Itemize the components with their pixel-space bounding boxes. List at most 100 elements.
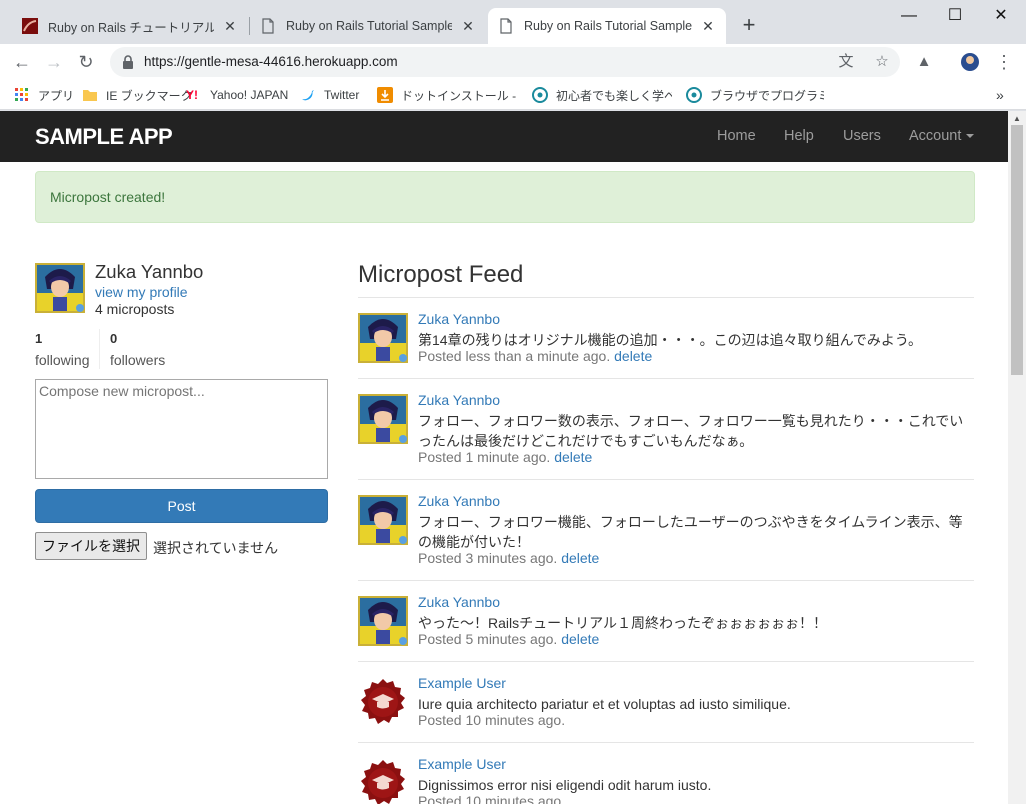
forward-arrow-icon[interactable]: → [42,50,66,74]
bookmark-ie-folder[interactable]: IE ブックマーク [82,85,193,105]
bookmark-dotinstall[interactable]: ドットインストール - 3分 [377,85,517,105]
caret-down-icon [966,134,975,139]
nav-help-link[interactable]: Help [784,128,814,144]
feed-content: 第14章の残りはオリジナル機能の追加・・・。この辺は追々取り組んでみよう。 [418,332,923,348]
bookmark-progate-1[interactable]: 初心者でも楽しく学べる [532,85,672,105]
delete-link[interactable]: delete [561,550,599,566]
feed-user-link[interactable]: Zuka Yannbo [418,392,500,408]
stat-divider [99,329,100,369]
bookmark-label: ブラウザでプログラミング・ [710,88,824,103]
tab-sample-app-1[interactable]: Ruby on Rails Tutorial Sample App ✕ [250,8,486,44]
feed-user-avatar[interactable] [358,495,408,545]
reload-icon[interactable]: ↻ [74,50,98,74]
nav-users-link[interactable]: Users [843,128,881,144]
feed-user-link[interactable]: Zuka Yannbo [418,493,500,509]
bookmarks-overflow-button[interactable]: » [996,85,1004,105]
feed-item: Example User Dignissimos error nisi elige… [358,743,974,804]
tab-title: Ruby on Rails チュートリアル：実例を [48,20,214,35]
feed-timestamp-row: Posted 1 minute ago. delete [418,449,592,465]
followers-stat[interactable]: 0 followers [110,331,165,368]
web-page: SAMPLE APP Home Help Users Account Micro… [0,111,1008,804]
bookmark-label: Yahoo! JAPAN [210,88,289,102]
scroll-up-arrow-icon[interactable]: ▲ [1013,114,1021,123]
feed-user-avatar[interactable] [358,313,408,363]
nav-account-label: Account [909,128,962,144]
app-logo[interactable]: SAMPLE APP [35,124,173,150]
feed-timestamp-row: Posted 10 minutes ago. [418,793,565,804]
feed-user-avatar[interactable] [358,596,408,646]
feed-item: Example User Iure quia architecto pariatu… [358,662,974,743]
close-window-button[interactable]: ✕ [978,4,1024,28]
delete-link[interactable]: delete [614,348,652,364]
progate-icon [686,87,702,103]
apps-grid-icon [15,88,28,101]
following-stat[interactable]: 1 following [35,331,89,368]
bookmark-label: ドットインストール - 3分 [401,88,517,103]
bookmark-yahoo[interactable]: Y! Yahoo! JAPAN [186,85,288,105]
feed-user-avatar[interactable] [358,758,408,804]
tab-close-icon[interactable]: ✕ [700,18,716,35]
tab-strip: Ruby on Rails チュートリアル：実例を ✕ Ruby on Rail… [0,0,1026,44]
nav-account-dropdown[interactable]: Account [909,128,975,144]
feed-user-avatar[interactable] [358,394,408,444]
following-label: following [35,352,90,368]
feed-timestamp: Posted 10 minutes ago. [418,793,566,804]
drive-extension-icon[interactable]: ▲ [914,52,934,72]
user-avatar[interactable] [35,263,85,313]
bookmark-progate-2[interactable]: ブラウザでプログラミング・ [686,85,824,105]
feed-content: フォロー、フォロワー数の表示、フォロー、フォロワー一覧も見れたり・・・これでいっ… [418,413,964,449]
post-button[interactable]: Post [35,489,328,523]
choose-file-button[interactable]: ファイルを選択 [35,532,147,560]
maximize-button[interactable]: ☐ [932,4,978,28]
dotinstall-icon [377,87,393,103]
feed-timestamp: Posted 1 minute ago. [418,449,551,465]
tab-rails-tutorial[interactable]: Ruby on Rails チュートリアル：実例を ✕ [12,8,248,44]
bookmark-apps[interactable]: アプリ [14,85,74,105]
delete-link[interactable]: delete [554,449,592,465]
translate-icon[interactable]: 文 [836,52,856,72]
back-arrow-icon[interactable]: ← [10,50,34,74]
new-tab-button[interactable]: + [738,14,760,36]
page-scrollbar[interactable]: ▲ [1008,111,1026,804]
view-profile-link[interactable]: view my profile [95,284,188,300]
flash-success-alert: Micropost created! [35,171,975,223]
twitter-icon [302,90,314,101]
tab-close-icon[interactable]: ✕ [222,18,238,35]
feed-user-link[interactable]: Example User [418,675,506,691]
tab-close-icon[interactable]: ✕ [460,18,476,35]
url-text[interactable]: https://gentle-mesa-44616.herokuapp.com [144,54,398,69]
feed-content: Dignissimos error nisi eligendi odit har… [418,777,712,793]
nav-home-link[interactable]: Home [717,128,756,144]
feed-user-link[interactable]: Zuka Yannbo [418,311,500,327]
delete-link[interactable]: delete [561,631,599,647]
bookmark-star-icon[interactable]: ☆ [872,52,892,72]
bookmark-twitter[interactable]: Twitter [300,85,359,105]
address-bar[interactable]: https://gentle-mesa-44616.herokuapp.com … [110,47,900,77]
profile-avatar-icon[interactable] [960,52,980,72]
bookmark-label: 初心者でも楽しく学べる [556,88,672,103]
menu-kebab-icon[interactable]: ⋮ [994,52,1014,72]
feed-item: Zuka Yannbo 第14章の残りはオリジナル機能の追加・・・。この辺は追々取… [358,298,974,379]
feed-user-avatar[interactable] [358,677,408,727]
feed-user-link[interactable]: Zuka Yannbo [418,594,500,610]
feed-user-link[interactable]: Example User [418,756,506,772]
folder-icon [83,90,97,101]
micropost-count: 4 microposts [95,301,175,317]
minimize-button[interactable]: — [886,4,932,28]
yahoo-icon: Y! [186,88,198,102]
scrollbar-thumb[interactable] [1011,125,1023,375]
feed-timestamp-row: Posted 5 minutes ago. delete [418,631,599,647]
tab-title: Ruby on Rails Tutorial Sample App [286,19,452,33]
document-icon [500,18,512,34]
file-status-text: 選択されていません [153,540,279,556]
lock-icon [123,55,133,69]
feed-item: Zuka Yannbo フォロー、フォロワー機能、フォローしたユーザーのつぶやきを… [358,480,974,581]
following-count: 1 [35,331,43,346]
bookmark-label: アプリ [38,88,75,103]
progate-icon [532,87,548,103]
tab-title: Ruby on Rails Tutorial Sample App [524,19,692,33]
feed-timestamp: Posted 5 minutes ago. [418,631,558,647]
followers-label: followers [110,352,166,368]
compose-micropost-textarea[interactable] [35,379,328,479]
tab-sample-app-active[interactable]: Ruby on Rails Tutorial Sample App ✕ [488,8,726,44]
